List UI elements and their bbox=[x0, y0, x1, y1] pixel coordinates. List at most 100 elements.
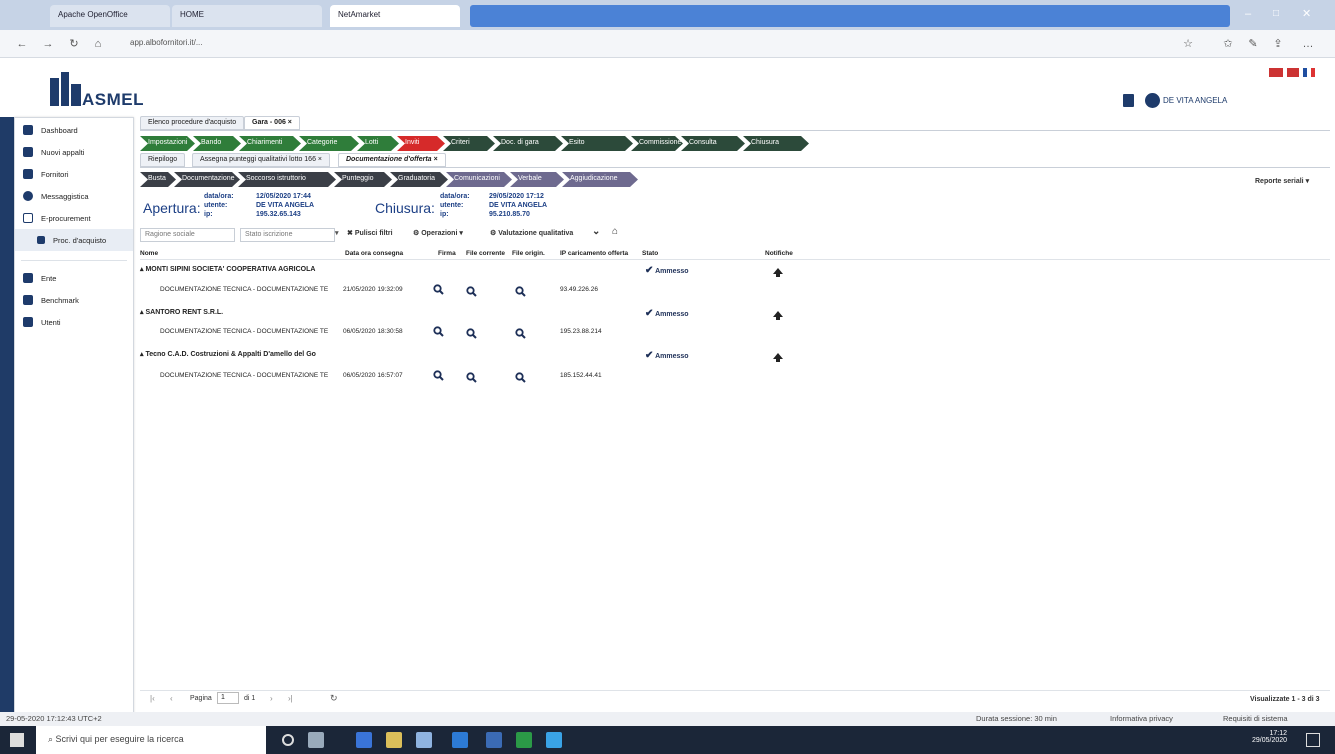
phase-comunicazioni[interactable]: Comunicazioni bbox=[446, 172, 512, 187]
windows-start-icon[interactable] bbox=[10, 733, 24, 747]
column-header-ip[interactable]: IP caricamento offerta bbox=[560, 250, 628, 257]
minimize-icon[interactable]: – bbox=[1245, 8, 1251, 20]
sidebar-item-e-procurement[interactable]: E-procurement bbox=[15, 207, 133, 229]
upload-icon[interactable] bbox=[773, 353, 783, 362]
phase-documentazione[interactable]: Documentazione bbox=[174, 172, 240, 187]
search-icon[interactable] bbox=[515, 372, 526, 383]
more-icon[interactable]: … bbox=[1300, 36, 1316, 52]
back-icon[interactable]: ← bbox=[14, 36, 30, 52]
search-icon[interactable] bbox=[515, 286, 526, 297]
user-avatar-icon[interactable] bbox=[1145, 93, 1160, 108]
asmel-logo[interactable]: ASMEL bbox=[48, 66, 144, 116]
search-icon[interactable] bbox=[466, 372, 477, 383]
mail-icon[interactable] bbox=[452, 732, 468, 748]
column-header-file-corrente[interactable]: File corrente bbox=[466, 250, 505, 257]
column-header-notifiche[interactable]: Notifiche bbox=[765, 250, 793, 257]
step-chiarimenti[interactable]: Chiarimenti bbox=[239, 136, 301, 151]
home-icon[interactable]: ⌂ bbox=[612, 226, 618, 237]
refresh-icon[interactable]: ↻ bbox=[330, 693, 338, 704]
step-lotti[interactable]: Lotti bbox=[357, 136, 399, 151]
status-select[interactable]: Stato iscrizione bbox=[240, 228, 335, 242]
edge-icon[interactable] bbox=[356, 732, 372, 748]
step-impostazioni[interactable]: Impostazioni bbox=[140, 136, 195, 151]
sidebar-item-dashboard[interactable]: Dashboard bbox=[15, 119, 133, 141]
flag-icon[interactable] bbox=[1287, 68, 1299, 77]
task-view-icon[interactable] bbox=[308, 732, 324, 748]
sidebar-item-messaggistica[interactable]: Messaggistica bbox=[15, 185, 133, 207]
user-name[interactable]: DE VITA ANGELA bbox=[1163, 96, 1227, 105]
phase-punteggio[interactable]: Punteggio bbox=[334, 172, 392, 187]
tab-documentazione-offerta[interactable]: Documentazione d'offerta × bbox=[338, 153, 446, 167]
browser-tab[interactable]: Apache OpenOffice bbox=[50, 5, 170, 27]
search-icon[interactable] bbox=[466, 286, 477, 297]
privacy-link[interactable]: Informativa privacy bbox=[1110, 714, 1173, 723]
file-explorer-icon[interactable] bbox=[386, 732, 402, 748]
column-header-file-origin[interactable]: File origin. bbox=[512, 250, 545, 257]
maximize-icon[interactable]: □ bbox=[1273, 8, 1279, 19]
group-row[interactable]: ▴ SANTORO RENT S.R.L. bbox=[140, 308, 223, 316]
sidebar-strip[interactable] bbox=[0, 117, 14, 717]
phase-soccorso[interactable]: Soccorso istruttorio bbox=[238, 172, 336, 187]
step-inviti[interactable]: Inviti bbox=[397, 136, 445, 151]
step-chiusura[interactable]: Chiusura bbox=[743, 136, 809, 151]
bookmark-icon[interactable] bbox=[1123, 94, 1134, 107]
search-icon[interactable] bbox=[433, 370, 444, 381]
browser-tab[interactable]: HOME bbox=[172, 5, 322, 27]
next-page-icon[interactable]: › bbox=[270, 694, 273, 703]
tab-riepilogo[interactable]: Riepilogo bbox=[140, 153, 186, 167]
upload-icon[interactable] bbox=[773, 311, 783, 320]
column-header-firma[interactable]: Firma bbox=[438, 250, 456, 257]
step-consulta[interactable]: Consulta bbox=[681, 136, 745, 151]
star-icon[interactable]: ☆ bbox=[1180, 36, 1196, 52]
step-bando[interactable]: Bando bbox=[193, 136, 241, 151]
notifications-icon[interactable] bbox=[1306, 733, 1320, 747]
url-field[interactable]: app.albofornitori.it/... bbox=[130, 38, 202, 47]
step-categorie[interactable]: Categorie bbox=[299, 136, 359, 151]
sidebar-item-fornitori[interactable]: Fornitori bbox=[15, 163, 133, 185]
column-header-stato[interactable]: Stato bbox=[642, 250, 658, 257]
upload-icon[interactable] bbox=[773, 268, 783, 277]
app-icon[interactable] bbox=[546, 732, 562, 748]
last-page-icon[interactable]: ›| bbox=[288, 694, 293, 703]
search-icon[interactable] bbox=[433, 284, 444, 295]
share-icon[interactable]: ⇪ bbox=[1270, 36, 1286, 52]
sidebar-item-benchmark[interactable]: Benchmark bbox=[15, 289, 133, 311]
tab-elenco-procedure[interactable]: Elenco procedure d'acquisto bbox=[140, 116, 245, 130]
step-esito[interactable]: Esito bbox=[561, 136, 633, 151]
operations-button[interactable]: ⚙ Operazioni ▾ bbox=[413, 229, 463, 237]
phase-graduatoria[interactable]: Graduatoria bbox=[390, 172, 448, 187]
status-dropdown-icon[interactable]: ▾ bbox=[335, 229, 339, 237]
search-input[interactable]: Ragione sociale bbox=[140, 228, 235, 242]
flag-icon[interactable] bbox=[1269, 68, 1283, 77]
search-icon[interactable] bbox=[515, 328, 526, 339]
prev-page-icon[interactable]: ‹ bbox=[170, 694, 173, 703]
cortana-icon[interactable] bbox=[282, 734, 294, 746]
step-doc-gara[interactable]: Doc. di gara bbox=[493, 136, 563, 151]
sidebar-item-ente[interactable]: Ente bbox=[15, 267, 133, 289]
group-row[interactable]: ▴ Tecno C.A.D. Costruzioni & Appalti D'a… bbox=[140, 350, 316, 358]
column-header-data[interactable]: Data ora consegna bbox=[345, 250, 403, 257]
excel-icon[interactable] bbox=[516, 732, 532, 748]
chevron-down-icon[interactable]: ⌄ bbox=[592, 226, 600, 237]
forward-icon[interactable]: → bbox=[40, 36, 56, 52]
flag-icon[interactable] bbox=[1303, 68, 1315, 77]
column-header-nome[interactable]: Nome bbox=[140, 250, 158, 257]
step-criteri[interactable]: Criteri bbox=[443, 136, 495, 151]
tab-gara[interactable]: Gara - 006 × bbox=[244, 116, 300, 130]
search-icon[interactable] bbox=[466, 328, 477, 339]
clear-filters-button[interactable]: ✖ Pulisci filtri bbox=[347, 229, 393, 237]
close-icon[interactable]: ✕ bbox=[1302, 7, 1311, 20]
store-icon[interactable] bbox=[416, 732, 432, 748]
page-input[interactable]: 1 bbox=[217, 692, 239, 704]
group-row[interactable]: ▴ MONTI SIPINI SOCIETA' COOPERATIVA AGRI… bbox=[140, 265, 315, 273]
refresh-icon[interactable]: ↻ bbox=[66, 36, 82, 52]
report-dropdown[interactable]: Reporte seriali ▾ bbox=[1255, 177, 1309, 185]
qualitative-button[interactable]: ⚙ Valutazione qualitativa bbox=[490, 229, 573, 237]
clock[interactable]: 17:12 29/05/2020 bbox=[1252, 730, 1287, 744]
phase-aggiudicazione[interactable]: Aggiudicazione bbox=[562, 172, 638, 187]
taskbar-search[interactable]: ⌕ Scrivi qui per eseguire la ricerca bbox=[36, 726, 266, 754]
requirements-link[interactable]: Requisiti di sistema bbox=[1223, 714, 1288, 723]
search-icon[interactable] bbox=[433, 326, 444, 337]
pen-icon[interactable]: ✎ bbox=[1245, 36, 1261, 52]
home-icon[interactable]: ⌂ bbox=[90, 36, 106, 52]
